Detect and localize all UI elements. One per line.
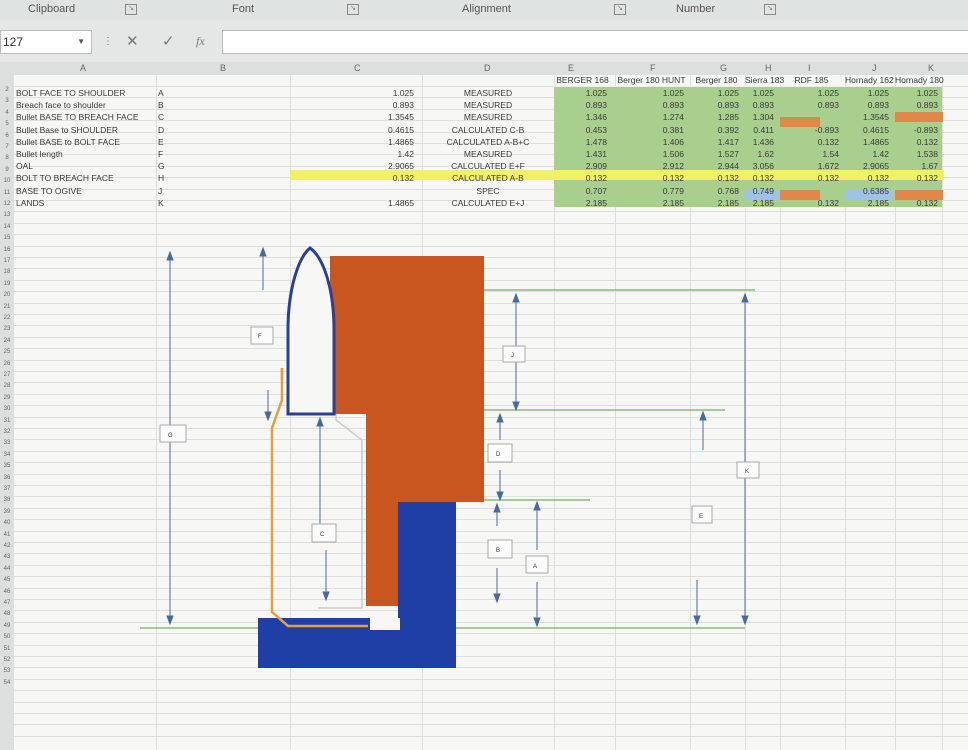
label-d: D	[496, 452, 501, 458]
label-g: G	[168, 433, 173, 439]
label-box-f	[250, 326, 274, 345]
label-box-j	[502, 345, 526, 363]
label-a: A	[533, 564, 537, 570]
label-c: C	[320, 532, 325, 538]
bolt-block	[258, 502, 456, 668]
label-b: B	[496, 548, 500, 554]
case-outline-right	[318, 414, 363, 609]
label-f: F	[258, 334, 262, 340]
label-e: E	[699, 514, 703, 520]
label-j: J	[511, 353, 514, 359]
cartridge-chamber-diagram: F G C D B A J E K	[140, 246, 760, 668]
label-k: K	[745, 469, 749, 475]
bullet-outline	[286, 246, 336, 416]
bolt-recess	[370, 618, 400, 630]
label-box-g	[159, 424, 187, 443]
